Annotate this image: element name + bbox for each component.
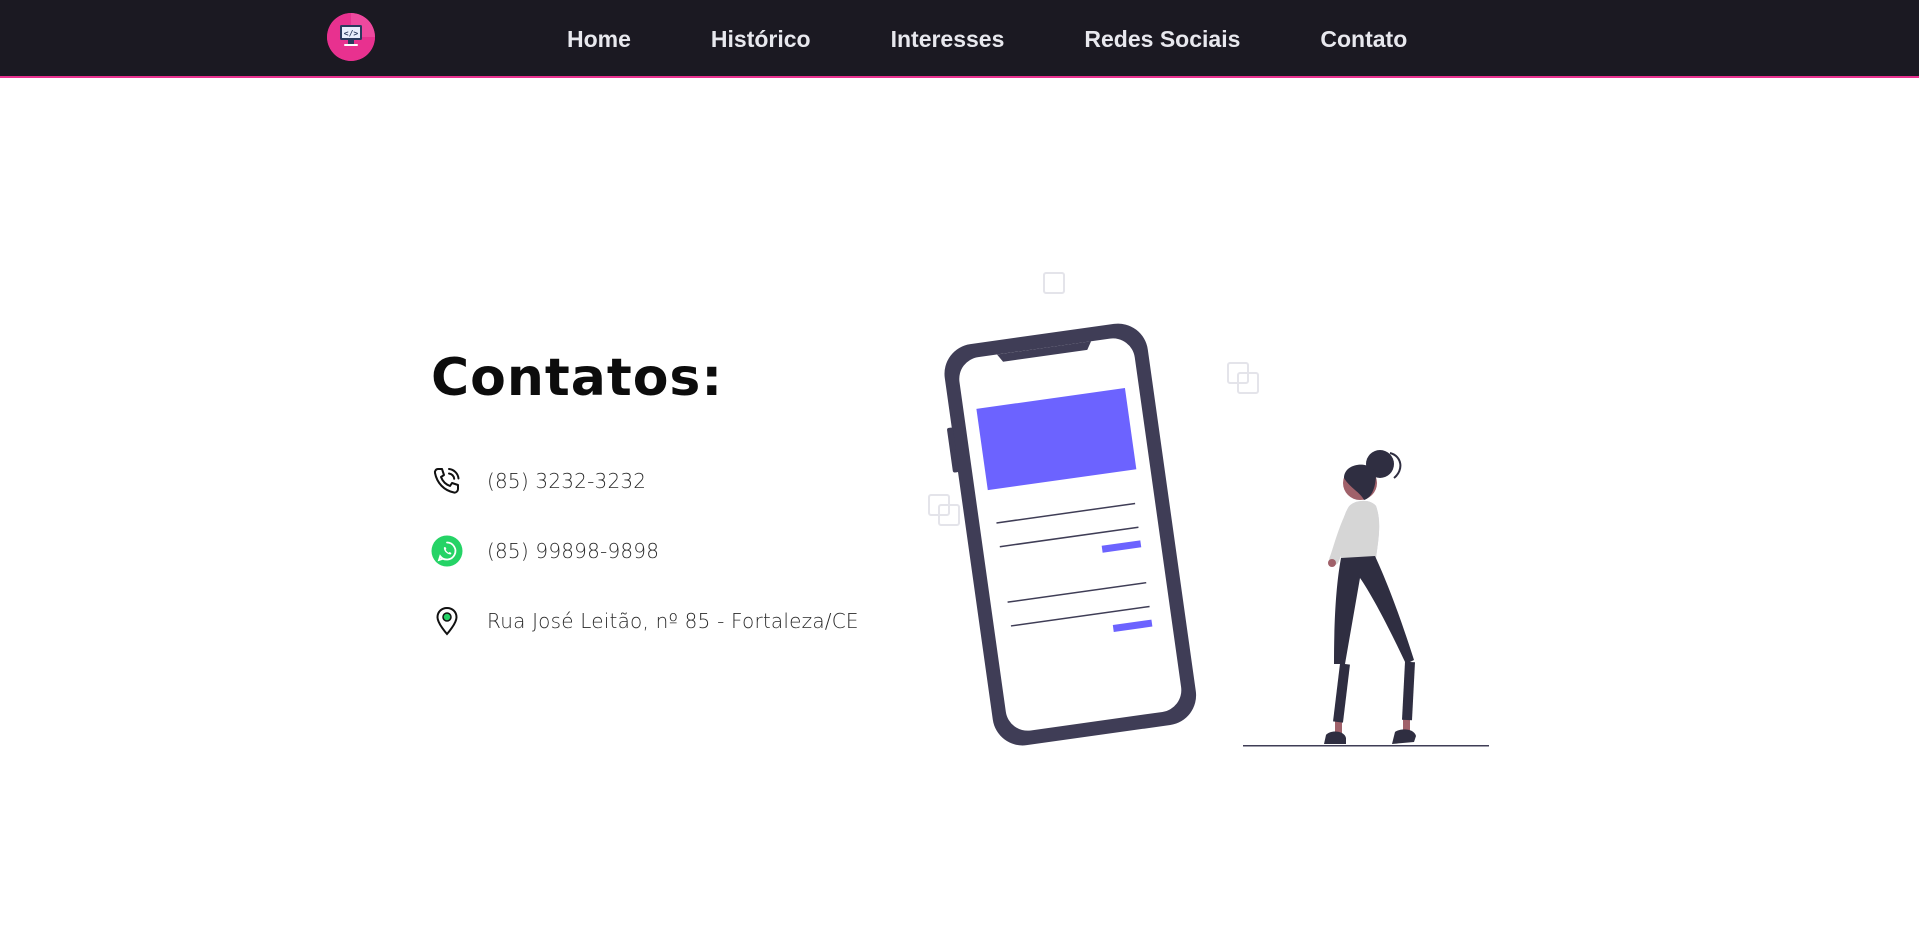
- nav-contato[interactable]: Contato: [1320, 26, 1407, 53]
- contact-whatsapp[interactable]: (85) 99898-9898: [431, 533, 659, 569]
- main-nav: Home Histórico Interesses Redes Sociais …: [567, 0, 1407, 78]
- phone-icon: [431, 465, 463, 497]
- top-navbar: </> Home Histórico Interesses Redes Soci…: [0, 0, 1919, 78]
- location-pin-icon: [431, 605, 463, 637]
- nav-interesses[interactable]: Interesses: [891, 26, 1005, 53]
- whatsapp-number: (85) 99898-9898: [487, 539, 660, 563]
- contact-phone[interactable]: (85) 3232-3232: [431, 463, 646, 499]
- phone-number: (85) 3232-3232: [487, 469, 647, 493]
- nav-redes-sociais[interactable]: Redes Sociais: [1084, 26, 1240, 53]
- whatsapp-icon: [431, 535, 463, 567]
- logo-code-monitor-icon[interactable]: </>: [327, 13, 375, 61]
- phone-woman-illustration: [920, 260, 1495, 750]
- page-title: Contatos:: [431, 348, 724, 408]
- svg-text:</>: </>: [344, 29, 359, 38]
- contact-address[interactable]: Rua José Leitão, nº 85 - Fortaleza/CE: [431, 603, 859, 639]
- nav-historico[interactable]: Histórico: [711, 26, 811, 53]
- address-text: Rua José Leitão, nº 85 - Fortaleza/CE: [487, 609, 859, 633]
- nav-home[interactable]: Home: [567, 26, 631, 53]
